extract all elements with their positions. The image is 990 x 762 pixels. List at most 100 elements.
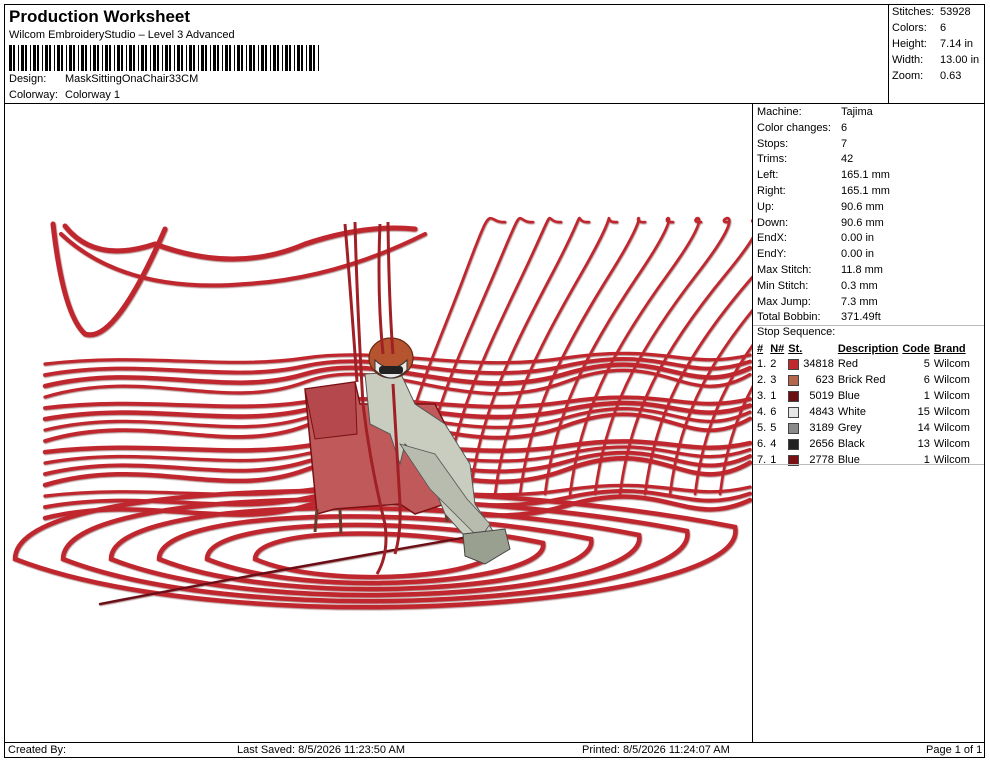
table-row: 4. 6 4843 White 15 Wilcom [755, 404, 972, 420]
info-label: Left: [757, 169, 779, 182]
row-brand: Wilcom [933, 358, 970, 370]
info-value: 90.6 mm [841, 216, 884, 229]
row-needle: 5 [770, 422, 777, 434]
info-value: 0.00 in [841, 232, 875, 245]
stop-sequence-table: # N# St. Description Code Brand 1. 2 34818… [755, 342, 972, 468]
col-stitches: St. [788, 343, 803, 355]
color-swatch [788, 358, 800, 370]
created-by: Created By: [8, 744, 67, 756]
info-label: Up: [757, 200, 775, 213]
info-value: 0.00 in [841, 248, 875, 261]
row-stitches: 3189 [809, 422, 834, 434]
worksheet-footer: Created By: Last Saved: 8/5/2026 11:23:5… [4, 742, 985, 758]
color-swatch [788, 438, 800, 450]
worksheet-header: Production Worksheet Wilcom EmbroiderySt… [4, 4, 889, 104]
info-label: EndY: [757, 248, 787, 261]
row-stitches: 623 [815, 374, 834, 386]
row-stitches: 2656 [809, 438, 834, 450]
col-brand: Brand [933, 343, 966, 355]
info-value: 165.1 mm [841, 169, 890, 182]
machine-info-row: EndY: 0.00 in [757, 248, 874, 260]
color-swatch [788, 390, 800, 402]
design-label: Design: [9, 73, 47, 85]
info-label: Color changes: [757, 121, 831, 134]
row-stitches: 34818 [803, 358, 834, 370]
color-swatch [788, 374, 800, 386]
color-swatch-cell [786, 356, 801, 372]
machine-info-row: Max Jump: 7.3 mm [757, 296, 878, 308]
row-brand: Wilcom [933, 438, 970, 450]
row-brand: Wilcom [933, 422, 970, 434]
design-preview [4, 103, 753, 743]
info-label: Stops: [757, 137, 789, 150]
machine-info-row: Max Stitch: 11.8 mm [757, 264, 883, 276]
row-code: 15 [917, 406, 930, 418]
colorway-value: Colorway 1 [65, 89, 121, 101]
color-swatch-cell [786, 372, 801, 388]
table-header-row: # N# St. Description Code Brand [755, 342, 972, 356]
machine-info-row: Total Bobbin: 371.49ft [757, 311, 881, 323]
stat-height: Height: 7.14 in [892, 38, 974, 50]
row-needle: 1 [770, 390, 777, 402]
stat-zoom: Zoom: 0.63 [892, 70, 962, 82]
machine-info-row: Right: 165.1 mm [757, 185, 890, 197]
row-stitches: 4843 [809, 406, 834, 418]
col-needle: N# [770, 343, 785, 355]
info-value: 371.49ft [841, 311, 881, 324]
stats-box: Stitches: 53928 Colors: 6 Height: 7.14 in W… [888, 4, 985, 104]
row-brand: Wilcom [933, 374, 970, 386]
row-index: 2. [757, 374, 767, 386]
row-index: 1. [757, 358, 767, 370]
col-index: # [757, 343, 764, 355]
row-brand: Wilcom [933, 454, 970, 466]
info-value: 7 [841, 137, 848, 150]
row-brand: Wilcom [933, 390, 970, 402]
row-description: Grey [837, 422, 862, 434]
info-label: Max Jump: [757, 295, 811, 308]
info-value: 165.1 mm [841, 185, 890, 197]
page-title: Production Worksheet [9, 7, 191, 26]
machine-info-row: Stops: 7 [757, 138, 847, 150]
software-name: Wilcom EmbroideryStudio – Level 3 Advanc… [9, 29, 235, 41]
printed-date: Printed: 8/5/2026 11:24:07 AM [582, 744, 730, 756]
row-needle: 6 [770, 406, 777, 418]
last-saved: Last Saved: 8/5/2026 11:23:50 AM [237, 744, 405, 756]
design-row: Design: MaskSittingOnaChair33CM [9, 73, 198, 85]
machine-info-panel: Machine: Tajima Color changes: 6 Stops: 7 Trim… [752, 103, 985, 743]
info-value: 11.8 mm [841, 264, 883, 276]
stat-colors: Colors: 6 [892, 22, 947, 34]
row-brand: Wilcom [933, 406, 970, 418]
row-index: 3. [757, 390, 767, 402]
info-value: 0.3 mm [841, 279, 878, 292]
color-swatch-cell [786, 420, 801, 436]
col-code: Code [902, 343, 930, 355]
info-value: 6 [841, 121, 848, 134]
info-value: 7.3 mm [841, 295, 878, 308]
barcode [9, 45, 319, 71]
row-description: Brick Red [837, 374, 886, 386]
color-swatch-cell [786, 404, 801, 420]
info-label: Right: [757, 185, 786, 197]
info-label: Min Stitch: [757, 279, 809, 292]
machine-info-row: Trims: 42 [757, 153, 853, 165]
machine-info-row: EndX: 0.00 in [757, 232, 874, 244]
row-index: 4. [757, 406, 767, 418]
info-value: 42 [841, 153, 854, 166]
machine-info-row: Left: 165.1 mm [757, 169, 890, 181]
colorway-row: Colorway: Colorway 1 [9, 89, 120, 101]
row-description: Black [837, 438, 865, 450]
row-code: 5 [923, 358, 930, 370]
row-needle: 3 [770, 374, 777, 386]
info-label: Machine: [757, 106, 802, 118]
color-swatch-cell [786, 452, 801, 468]
table-row: 5. 5 3189 Grey 14 Wilcom [755, 420, 972, 436]
row-description: White [837, 406, 866, 418]
col-description: Description [837, 343, 899, 355]
info-value: Tajima [841, 106, 873, 118]
row-code: 6 [923, 374, 930, 386]
color-swatch-cell [786, 388, 801, 404]
table-row: 3. 1 5019 Blue 1 Wilcom [755, 388, 972, 404]
row-description: Blue [837, 390, 860, 402]
info-label: Max Stitch: [757, 264, 812, 276]
page-number: Page 1 of 1 [926, 744, 983, 756]
